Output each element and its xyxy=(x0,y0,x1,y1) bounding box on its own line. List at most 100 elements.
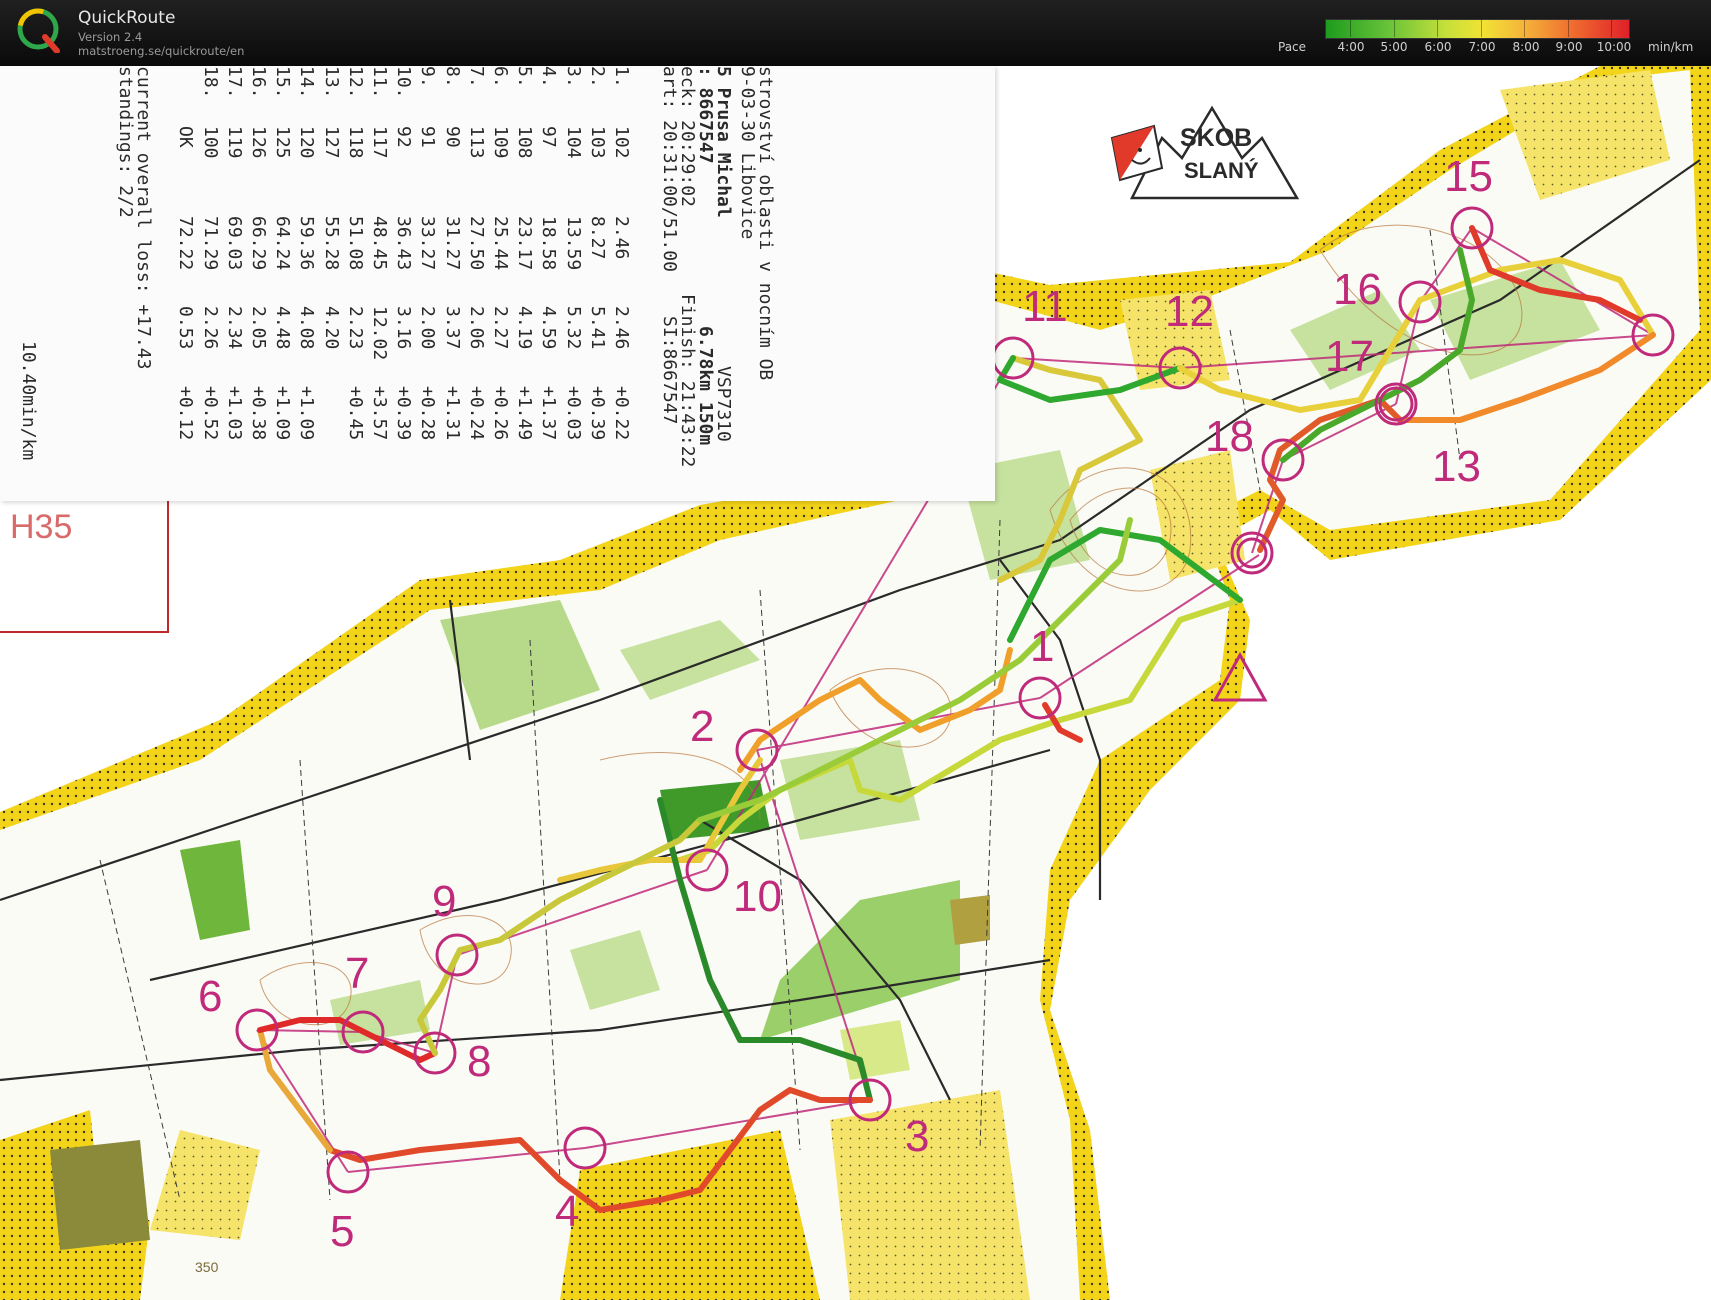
receipt-split-split: 4.59 xyxy=(538,306,560,350)
receipt-split-n: 3. xyxy=(562,66,584,88)
receipt-split-split: 5.41 xyxy=(586,306,608,350)
receipt-split-code: 103 xyxy=(586,126,608,159)
pace-legend-label: Pace xyxy=(1278,40,1307,54)
receipt-split-n: 11. xyxy=(369,66,390,99)
receipt-split-total: 33.27 xyxy=(417,216,439,271)
receipt-split-loss: +1.09 xyxy=(272,386,294,441)
receipt-split-split: 12.02 xyxy=(369,306,390,361)
quickroute-logo-icon xyxy=(17,8,60,53)
receipt-header-line: strovství oblasti v nocním OB xyxy=(755,66,776,381)
receipt-split-total: 59.36 xyxy=(296,216,318,271)
receipt-split-split: 2.27 xyxy=(490,306,511,350)
control-number: 3 xyxy=(905,1112,930,1161)
receipt-split-loss: +0.38 xyxy=(248,386,269,441)
control-number: 18 xyxy=(1205,412,1254,461)
receipt-split-code: 125 xyxy=(272,126,294,159)
receipt-split-n: 6. xyxy=(490,66,511,88)
receipt-overall-loss: current overall loss: +17.43 xyxy=(133,66,154,370)
pace-unit-label: min/km xyxy=(1648,40,1694,54)
receipt-si-number: SI:8667547 xyxy=(659,316,680,425)
app-url[interactable]: matstroeng.se/quickroute/en xyxy=(78,44,244,58)
receipt-check-time: eck: 20:29:02 xyxy=(677,66,698,207)
pace-scale-tick xyxy=(1524,19,1525,37)
receipt-runner-name: 5 Prusa Michal xyxy=(713,66,734,218)
receipt-split-loss: +0.26 xyxy=(490,386,511,441)
receipt-split-n: 17. xyxy=(223,66,245,99)
receipt-split-split: 2.00 xyxy=(417,306,439,350)
receipt-split-loss: +0.45 xyxy=(344,386,366,441)
settlement-block xyxy=(950,895,990,945)
control-number: 17 xyxy=(1325,332,1374,381)
open-field xyxy=(830,1090,1030,1300)
receipt-split-total: 2.46 xyxy=(611,216,632,260)
receipt-pace-note: 10.40min/km xyxy=(18,341,39,461)
receipt-split-code: 100 xyxy=(199,126,221,159)
receipt-split-n: 5. xyxy=(514,66,536,88)
control-number: 1 xyxy=(1030,622,1055,671)
receipt-finish-time: Finish: 21:43:22 xyxy=(677,294,698,468)
control-number: 12 xyxy=(1165,287,1214,336)
receipt-split-loss: +0.24 xyxy=(465,386,487,441)
receipt-split-total: 27.50 xyxy=(465,216,487,271)
receipt-split-n: 12. xyxy=(344,66,366,99)
receipt-split-loss: +3.57 xyxy=(369,386,390,441)
receipt-split-total: 25.44 xyxy=(490,216,511,271)
receipt-split-loss: +0.52 xyxy=(199,386,221,441)
club-logo-line2: SLANÝ xyxy=(1184,158,1259,183)
pace-scale-tick xyxy=(1611,19,1612,37)
receipt-split-n: 2. xyxy=(586,66,608,88)
contour-height-label: 350 xyxy=(195,1259,219,1275)
receipt-split-split: 2.23 xyxy=(344,306,366,350)
receipt-split-total: 36.43 xyxy=(393,216,415,271)
control-number: 5 xyxy=(330,1207,355,1256)
receipt-split-code: 97 xyxy=(538,126,560,148)
receipt-split-loss: +0.03 xyxy=(562,386,584,441)
control-number: 13 xyxy=(1432,442,1481,491)
receipt-split-code: OK xyxy=(175,126,197,148)
settlement-block xyxy=(50,1140,150,1250)
receipt-split-n: 9. xyxy=(417,66,439,88)
receipt-split-loss: +1.03 xyxy=(223,386,245,441)
pace-scale-tick xyxy=(1394,19,1395,37)
receipt-split-code: 108 xyxy=(514,126,536,159)
receipt-split-loss: +0.39 xyxy=(393,386,415,441)
pace-tick-label: 5:00 xyxy=(1380,40,1408,54)
receipt-course: 6.78km 150m xyxy=(695,326,716,446)
receipt-split-n: 10. xyxy=(393,66,415,99)
pace-tick-label: 7:00 xyxy=(1468,40,1496,54)
receipt-split-code: 92 xyxy=(393,126,415,148)
pace-tick-label: 9:00 xyxy=(1555,40,1583,54)
receipt-header-line: : 8667547 xyxy=(695,66,716,164)
receipt-split-split: 5.32 xyxy=(562,306,584,350)
receipt-split-split: 3.37 xyxy=(441,306,463,350)
receipt-split-split: 2.46 xyxy=(611,306,632,350)
receipt-start-time: art: 20:31:00/51.00 xyxy=(659,66,680,272)
receipt-header-line: 9-03-30 Libovice xyxy=(737,66,758,240)
receipt-split-code: 102 xyxy=(611,126,632,159)
receipt-split-total: 18.58 xyxy=(538,216,560,271)
app-name: QuickRoute xyxy=(78,8,176,28)
receipt-split-total: 23.17 xyxy=(514,216,536,271)
pace-color-scale xyxy=(1325,19,1630,39)
receipt-split-code: 109 xyxy=(490,126,511,159)
receipt-split-n: 18. xyxy=(199,66,221,99)
receipt-split-total: 55.28 xyxy=(320,216,342,271)
app-version: Version 2.4 xyxy=(78,30,143,44)
receipt-split-n: 8. xyxy=(441,66,463,88)
receipt-split-total: 8.27 xyxy=(586,216,608,260)
receipt-split-n: 14. xyxy=(296,66,318,99)
receipt-split-total: 66.29 xyxy=(248,216,269,271)
receipt-split-code: 90 xyxy=(441,126,463,148)
app-header: QuickRoute Version 2.4 matstroeng.se/qui… xyxy=(0,0,1711,66)
pace-tick-label: 10:00 xyxy=(1596,40,1632,54)
receipt-text-block: strovství oblasti v nocním OB 9-03-30 Li… xyxy=(0,66,892,1066)
receipt-split-loss: +0.28 xyxy=(417,386,439,441)
control-number: 16 xyxy=(1333,265,1382,314)
receipt-split-n: 1. xyxy=(611,66,632,88)
receipt-split-total: 48.45 xyxy=(369,216,390,271)
receipt-split-loss: +1.09 xyxy=(296,386,318,441)
receipt-split-loss: +1.31 xyxy=(441,386,463,441)
receipt-split-loss: +1.37 xyxy=(538,386,560,441)
pace-scale-tick xyxy=(1350,19,1351,37)
receipt-split-total: 13.59 xyxy=(562,216,584,271)
